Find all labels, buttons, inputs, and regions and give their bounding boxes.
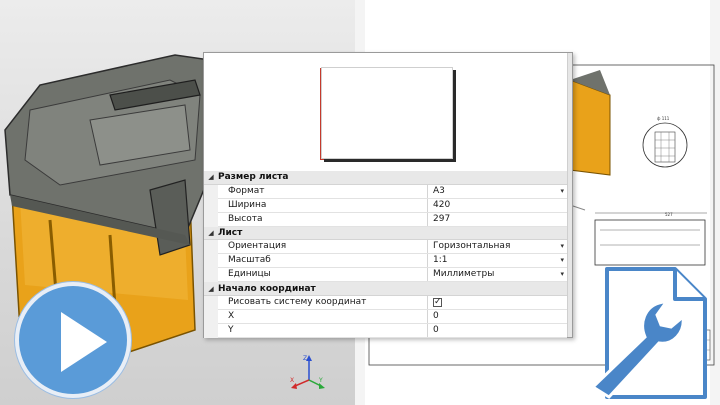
dropdown-arrow-icon[interactable]: ▾: [560, 240, 564, 254]
row-gutter: [204, 212, 218, 227]
property-value[interactable]: 1:1 ▾: [428, 254, 567, 267]
property-value-text: 1:1: [433, 255, 448, 266]
property-value[interactable]: 420: [428, 199, 567, 212]
document-wrench-icon: [590, 267, 707, 399]
property-row[interactable]: Ориентация Горизонтальная ▾: [204, 240, 567, 255]
property-group-header[interactable]: ◢ Лист: [204, 226, 567, 241]
property-group-header[interactable]: ◢ Начало координат: [204, 282, 567, 297]
property-name: Ориентация: [204, 240, 428, 254]
play-icon: [61, 312, 107, 372]
row-gutter: [204, 323, 218, 338]
property-name: Высота: [204, 212, 428, 226]
axis-triad-icon: Z X Y: [290, 355, 325, 389]
axis-y-label: Y: [318, 377, 323, 384]
collapse-triangle-icon[interactable]: ◢: [204, 285, 218, 293]
property-name: Ширина: [204, 198, 428, 212]
property-row[interactable]: X0: [204, 309, 567, 324]
row-gutter: [204, 198, 218, 213]
property-name: Единицы: [204, 268, 428, 282]
play-button[interactable]: [15, 282, 131, 398]
row-gutter: [204, 240, 218, 255]
row-gutter: [204, 254, 218, 269]
property-value[interactable]: Миллиметры ▾: [428, 268, 567, 281]
property-row[interactable]: Рисовать систему координат: [204, 296, 567, 310]
row-gutter: [204, 184, 218, 199]
property-value[interactable]: A3 ▾: [428, 185, 567, 198]
property-value[interactable]: 0: [428, 310, 567, 323]
property-row[interactable]: Масштаб 1:1 ▾: [204, 254, 567, 269]
property-name: Формат: [204, 184, 428, 198]
property-row[interactable]: Высота 297: [204, 212, 567, 227]
dropdown-arrow-icon[interactable]: ▾: [560, 268, 564, 282]
sheet-preview: [204, 53, 572, 171]
row-gutter: [204, 309, 218, 324]
property-value-text: Миллиметры: [433, 269, 495, 280]
property-value-text: 0: [433, 324, 439, 335]
panel-scrollbar[interactable]: [567, 53, 572, 337]
property-value-text: 297: [433, 213, 451, 224]
property-row[interactable]: Ширина 420: [204, 198, 567, 213]
property-value[interactable]: 297: [428, 213, 567, 226]
property-value-text: Горизонтальная: [433, 241, 511, 252]
axis-z-label: Z: [303, 355, 307, 362]
property-name: X: [204, 309, 428, 323]
dropdown-arrow-icon[interactable]: ▾: [560, 185, 564, 199]
property-name: Рисовать систему координат: [204, 296, 428, 309]
property-group-title: Лист: [218, 228, 243, 238]
property-value-text: 420: [433, 199, 451, 210]
property-group-header[interactable]: ◢ Размер листа: [204, 171, 567, 185]
property-row[interactable]: Формат A3 ▾: [204, 184, 567, 199]
property-group-title: Размер листа: [218, 172, 289, 183]
property-value[interactable]: [428, 296, 567, 310]
axis-x-label: X: [290, 377, 294, 384]
row-gutter: [204, 296, 218, 310]
property-row[interactable]: Y0: [204, 323, 567, 338]
dropdown-arrow-icon[interactable]: ▾: [560, 254, 564, 268]
collapse-triangle-icon[interactable]: ◢: [204, 229, 218, 237]
property-value[interactable]: 0: [428, 324, 567, 337]
property-name: Y: [204, 323, 428, 337]
property-value-text: A3: [433, 185, 445, 196]
property-value[interactable]: Горизонтальная ▾: [428, 240, 567, 253]
sheet-preview-page: [321, 67, 453, 159]
draw-coords-checkbox[interactable]: [433, 296, 442, 310]
property-name: Масштаб: [204, 254, 428, 268]
dim-top: 527: [665, 212, 673, 217]
dim-side: ф 111: [657, 116, 670, 121]
collapse-triangle-icon[interactable]: ◢: [204, 173, 218, 181]
property-grid: ◢ Размер листа Формат A3 ▾ Ширина 420 Высота 297…: [204, 171, 567, 338]
row-gutter: [204, 268, 218, 283]
property-group-title: Начало координат: [218, 283, 316, 294]
sheet-properties-panel: ◢ Размер листа Формат A3 ▾ Ширина 420 Высота 297…: [203, 52, 573, 338]
property-value-text: 0: [433, 310, 439, 321]
property-row[interactable]: Единицы Миллиметры ▾: [204, 268, 567, 283]
